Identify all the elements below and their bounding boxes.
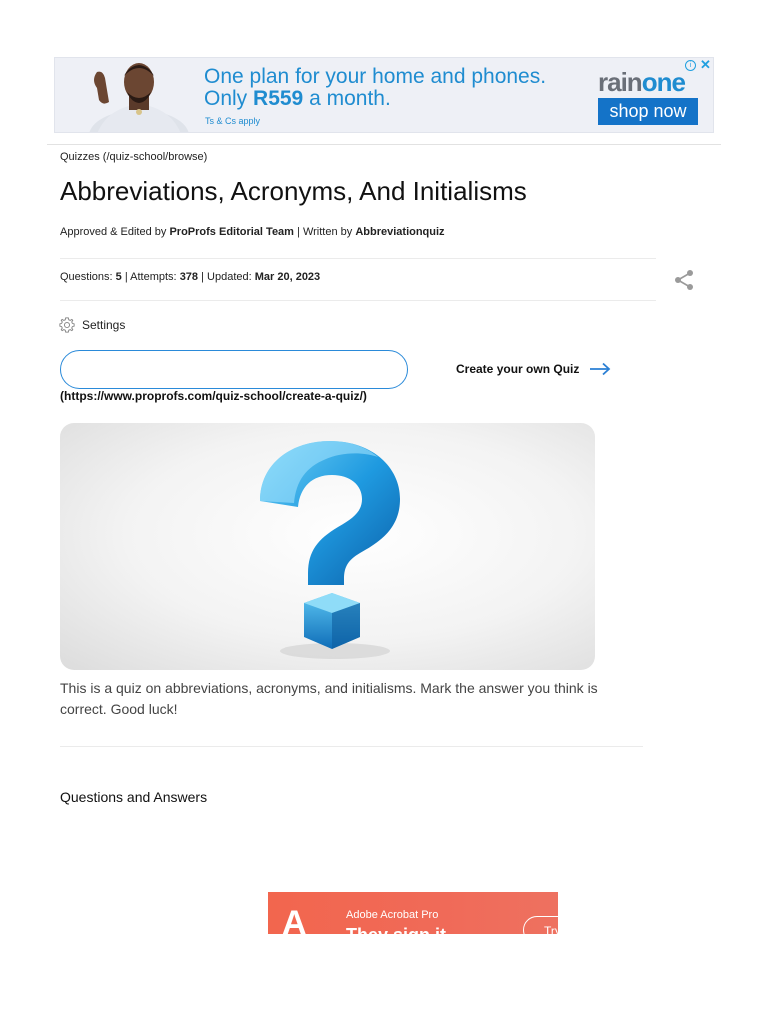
bottom-ad-banner[interactable]: A Adobe Acrobat Pro They sign it Try	[268, 892, 558, 934]
question-mark-image	[60, 423, 595, 670]
ad-brand-rain: rain	[598, 67, 643, 97]
questions-answers-heading: Questions and Answers	[60, 789, 208, 805]
share-icon[interactable]	[672, 268, 696, 292]
create-quiz-link[interactable]: Create your own Quiz	[456, 362, 611, 376]
ad-brand-logo: rainone	[598, 67, 686, 97]
ad-brand-one: one	[641, 67, 686, 97]
create-quiz-url[interactable]: (https://www.proprofs.com/quiz-school/cr…	[60, 389, 367, 403]
ad-headline-suffix: a month.	[309, 87, 391, 110]
ad-bottom-product: Adobe Acrobat Pro	[346, 909, 439, 921]
updated-date: Mar 20, 2023	[254, 271, 321, 283]
ad-headline-line1: One plan for your home and phones.	[204, 65, 547, 88]
attempts-label: | Attempts:	[124, 271, 177, 283]
settings-button[interactable]: Settings	[58, 315, 125, 335]
questions-count: 5	[115, 271, 122, 283]
ad-bottom-tagline: They sign it	[346, 925, 446, 934]
ad-person-image	[57, 58, 189, 132]
ad-shop-now-button[interactable]: shop now	[598, 98, 698, 125]
header-divider	[47, 144, 721, 145]
updated-label: | Updated:	[201, 271, 252, 283]
ad-headline: One plan for your home and phones. Only …	[204, 66, 546, 110]
breadcrumb[interactable]: Quizzes (/quiz-school/browse)	[60, 151, 207, 163]
gear-icon	[59, 317, 75, 333]
info-icon[interactable]: i	[685, 60, 696, 71]
adobe-acrobat-logo: A	[282, 904, 307, 934]
byline-prefix: Approved & Edited by	[60, 226, 167, 238]
top-ad-banner[interactable]: One plan for your home and phones. Only …	[54, 57, 714, 133]
byline: Approved & Edited by ProProfs Editorial …	[60, 226, 445, 238]
ad-headline-prefix: Only	[204, 87, 248, 110]
questions-label: Questions:	[60, 271, 113, 283]
byline-separator: | Written by	[297, 226, 353, 238]
byline-editor[interactable]: ProProfs Editorial Team	[169, 226, 294, 238]
divider	[60, 300, 656, 301]
quiz-description: This is a quiz on abbreviations, acronym…	[60, 680, 598, 717]
quiz-search-input[interactable]	[60, 350, 408, 389]
arrow-right-icon	[590, 362, 611, 376]
ad-terms[interactable]: Ts & Cs apply	[205, 116, 260, 126]
attempts-count: 378	[179, 271, 199, 283]
ad-headline-line2: Only R559 a month.	[204, 88, 546, 110]
ad-price: R559	[253, 87, 304, 110]
create-quiz-label: Create your own Quiz	[456, 362, 580, 376]
ad-bottom-try-button[interactable]: Try	[523, 916, 558, 934]
byline-author[interactable]: Abbreviationquiz	[355, 226, 444, 238]
close-icon[interactable]: ✕	[700, 58, 711, 73]
divider	[60, 258, 656, 259]
settings-label: Settings	[82, 318, 126, 332]
quiz-meta: Questions: 5 | Attempts: 378 | Updated: …	[60, 271, 320, 283]
divider	[60, 746, 643, 747]
page-title: Abbreviations, Acronyms, And Initialisms	[60, 176, 527, 206]
question-mark-illustration	[260, 441, 400, 659]
